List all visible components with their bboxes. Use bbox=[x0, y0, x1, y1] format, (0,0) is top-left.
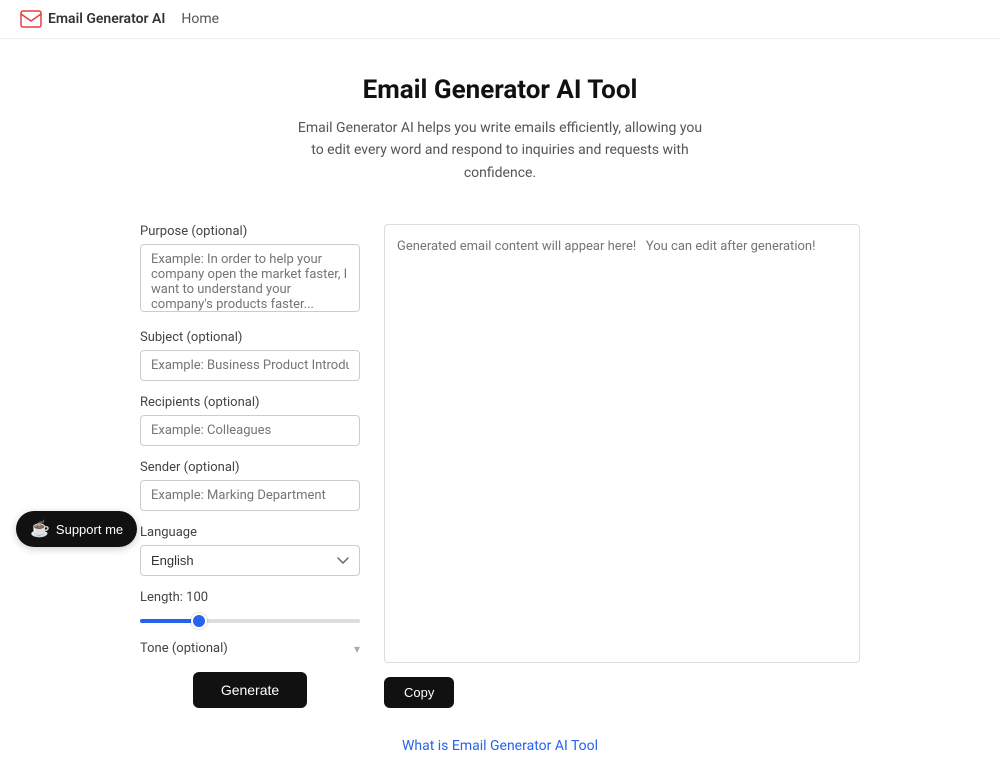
sender-label: Sender (optional) bbox=[140, 460, 360, 475]
email-icon bbox=[20, 10, 42, 28]
purpose-label: Purpose (optional) bbox=[140, 224, 360, 239]
sender-input[interactable] bbox=[140, 480, 360, 511]
recipients-input[interactable] bbox=[140, 415, 360, 446]
brand-name: Email Generator AI bbox=[48, 11, 165, 27]
brand: Email Generator AI bbox=[20, 10, 165, 28]
tone-label: Tone (optional) bbox=[140, 641, 228, 656]
output-textarea[interactable] bbox=[384, 224, 860, 663]
support-label: Support me bbox=[56, 522, 123, 537]
tone-chevron-icon[interactable]: ▾ bbox=[354, 642, 360, 656]
generate-button[interactable]: Generate bbox=[193, 672, 307, 708]
subject-field-group: Subject (optional) bbox=[140, 330, 360, 381]
footer-link[interactable]: What is Email Generator AI Tool bbox=[402, 738, 598, 754]
support-button[interactable]: ☕ Support me bbox=[16, 511, 137, 547]
navbar: Email Generator AI Home bbox=[0, 0, 1000, 39]
length-slider[interactable] bbox=[140, 619, 360, 623]
language-select[interactable]: English Spanish French German Chinese Ja… bbox=[140, 545, 360, 576]
purpose-field-group: Purpose (optional) bbox=[140, 224, 360, 316]
purpose-input[interactable] bbox=[140, 244, 360, 312]
nav-home-link[interactable]: Home bbox=[181, 11, 219, 27]
coffee-icon: ☕ bbox=[30, 519, 50, 539]
recipients-label: Recipients (optional) bbox=[140, 395, 360, 410]
form-panel: Purpose (optional) Subject (optional) Re… bbox=[140, 224, 360, 708]
footer-section: What is Email Generator AI Tool bbox=[0, 708, 1000, 774]
copy-button[interactable]: Copy bbox=[384, 677, 454, 708]
length-label: Length: 100 bbox=[140, 590, 360, 605]
hero-section: Email Generator AI Tool Email Generator … bbox=[0, 39, 1000, 204]
recipients-field-group: Recipients (optional) bbox=[140, 395, 360, 446]
main-content: Purpose (optional) Subject (optional) Re… bbox=[120, 224, 880, 708]
language-label: Language bbox=[140, 525, 360, 540]
tone-field-group: Tone (optional) ▾ bbox=[140, 641, 360, 656]
subject-input[interactable] bbox=[140, 350, 360, 381]
language-field-group: Language English Spanish French German C… bbox=[140, 525, 360, 576]
subject-label: Subject (optional) bbox=[140, 330, 360, 345]
tone-row: Tone (optional) ▾ bbox=[140, 641, 360, 656]
page-title: Email Generator AI Tool bbox=[20, 75, 980, 105]
output-panel: Copy bbox=[384, 224, 860, 708]
hero-description: Email Generator AI helps you write email… bbox=[290, 117, 710, 184]
length-field-group: Length: 100 bbox=[140, 590, 360, 627]
sender-field-group: Sender (optional) bbox=[140, 460, 360, 511]
